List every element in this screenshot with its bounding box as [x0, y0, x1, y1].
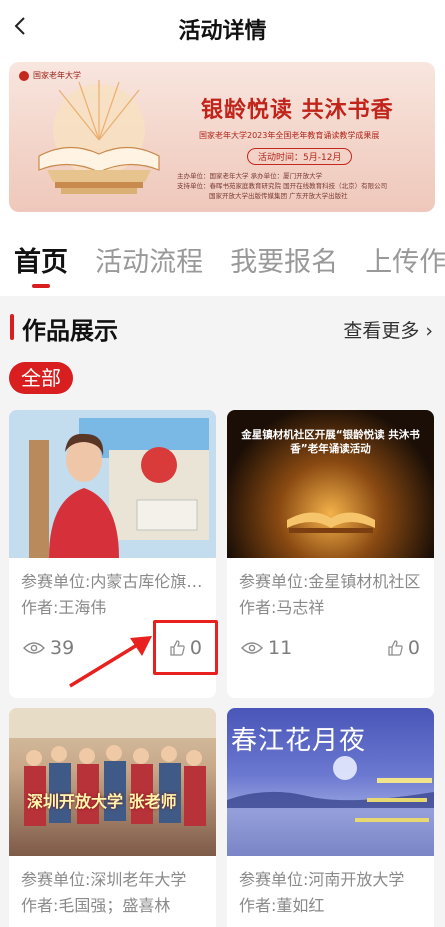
activity-banner[interactable]: 国家老年大学 银龄悦读 共沐书香 国家老年大学2023年全国老年教育诵读教学成果…: [9, 62, 435, 212]
work-card[interactable]: 春江花月夜 参赛单位:河南开放大学 作者:董如红: [227, 708, 434, 927]
group-photo: [9, 708, 216, 826]
work-thumbnail: 春江花月夜: [227, 708, 434, 856]
banner-organizer: 主办单位：国家老年大学 承办单位：厦门开放大学: [177, 172, 323, 180]
like-button[interactable]: 0: [387, 637, 420, 659]
banner-subtitle: 国家老年大学2023年全国老年教育诵读教学成果展: [199, 131, 380, 140]
view-count: 11: [241, 637, 292, 659]
work-unit: 参赛单位:深圳老年大学: [21, 870, 187, 889]
tab-home[interactable]: 首页: [14, 240, 68, 279]
work-unit: 参赛单位:金星镇材机社区: [239, 572, 421, 591]
tab-signup[interactable]: 我要报名: [230, 240, 338, 279]
work-author: 作者:王海伟: [21, 598, 107, 617]
section-accent-bar: [10, 314, 14, 340]
like-count-value: 0: [407, 637, 420, 659]
work-unit: 参赛单位:内蒙古库伦旗老年大学: [21, 572, 206, 591]
work-author: 作者:董如红: [239, 896, 325, 915]
navbar: 活动详情: [0, 0, 445, 52]
annotation-arrow-icon: [69, 636, 152, 688]
banner-supporter-2: 国家开放大学出版传媒集团 广东开放大学出版社: [209, 192, 348, 200]
tab-upload[interactable]: 上传作品: [365, 240, 445, 279]
moonlit-river-icon: [227, 756, 434, 856]
work-card[interactable]: 深圳开放大学 张老师 参赛单位:深圳老年大学 作者:毛国强；盛喜林: [9, 708, 216, 927]
like-highlight-box: [153, 620, 218, 675]
page-title: 活动详情: [178, 19, 267, 44]
view-count-value: 11: [268, 637, 293, 659]
eye-icon: [23, 642, 45, 654]
tab-bar: 首页 活动流程 我要报名 上传作品: [14, 240, 445, 280]
glowing-book-icon: [287, 512, 375, 533]
work-thumbnail: 深圳开放大学 张老师: [9, 708, 216, 856]
open-book-icon: [38, 80, 160, 194]
work-thumbnail: 金星镇材机社区开展“银龄悦读 共沐书香”老年诵读活动: [227, 410, 434, 558]
thumbs-up-icon: [388, 640, 403, 656]
work-thumbnail: [9, 410, 216, 558]
work-card[interactable]: 金星镇材机社区开展“银龄悦读 共沐书香”老年诵读活动 参赛单位:金星镇材机社区 …: [227, 410, 434, 698]
work-author: 作者:毛国强；盛喜林: [21, 896, 171, 915]
performer-photo: [9, 410, 216, 558]
eye-icon: [241, 642, 263, 654]
see-more-link[interactable]: 查看更多 ›: [343, 316, 433, 343]
banner-time: 活动时间：5月-12月: [247, 148, 353, 165]
tab-process[interactable]: 活动流程: [95, 240, 203, 279]
filter-chip-all[interactable]: 全部: [9, 362, 73, 394]
banner-supporter: 支持单位：春晖书苑家庭教育研究院 国开在线教育科技（北京）有限公司: [177, 182, 388, 190]
work-author: 作者:马志祥: [239, 598, 325, 617]
work-stats: 11 0: [241, 636, 420, 660]
banner-title: 银龄悦读 共沐书香: [201, 98, 394, 123]
active-tab-indicator: [32, 284, 50, 288]
thumbnail-caption: 深圳开放大学 张老师: [27, 792, 177, 811]
work-unit: 参赛单位:河南开放大学: [239, 870, 405, 889]
section-title: 作品展示: [22, 317, 118, 345]
